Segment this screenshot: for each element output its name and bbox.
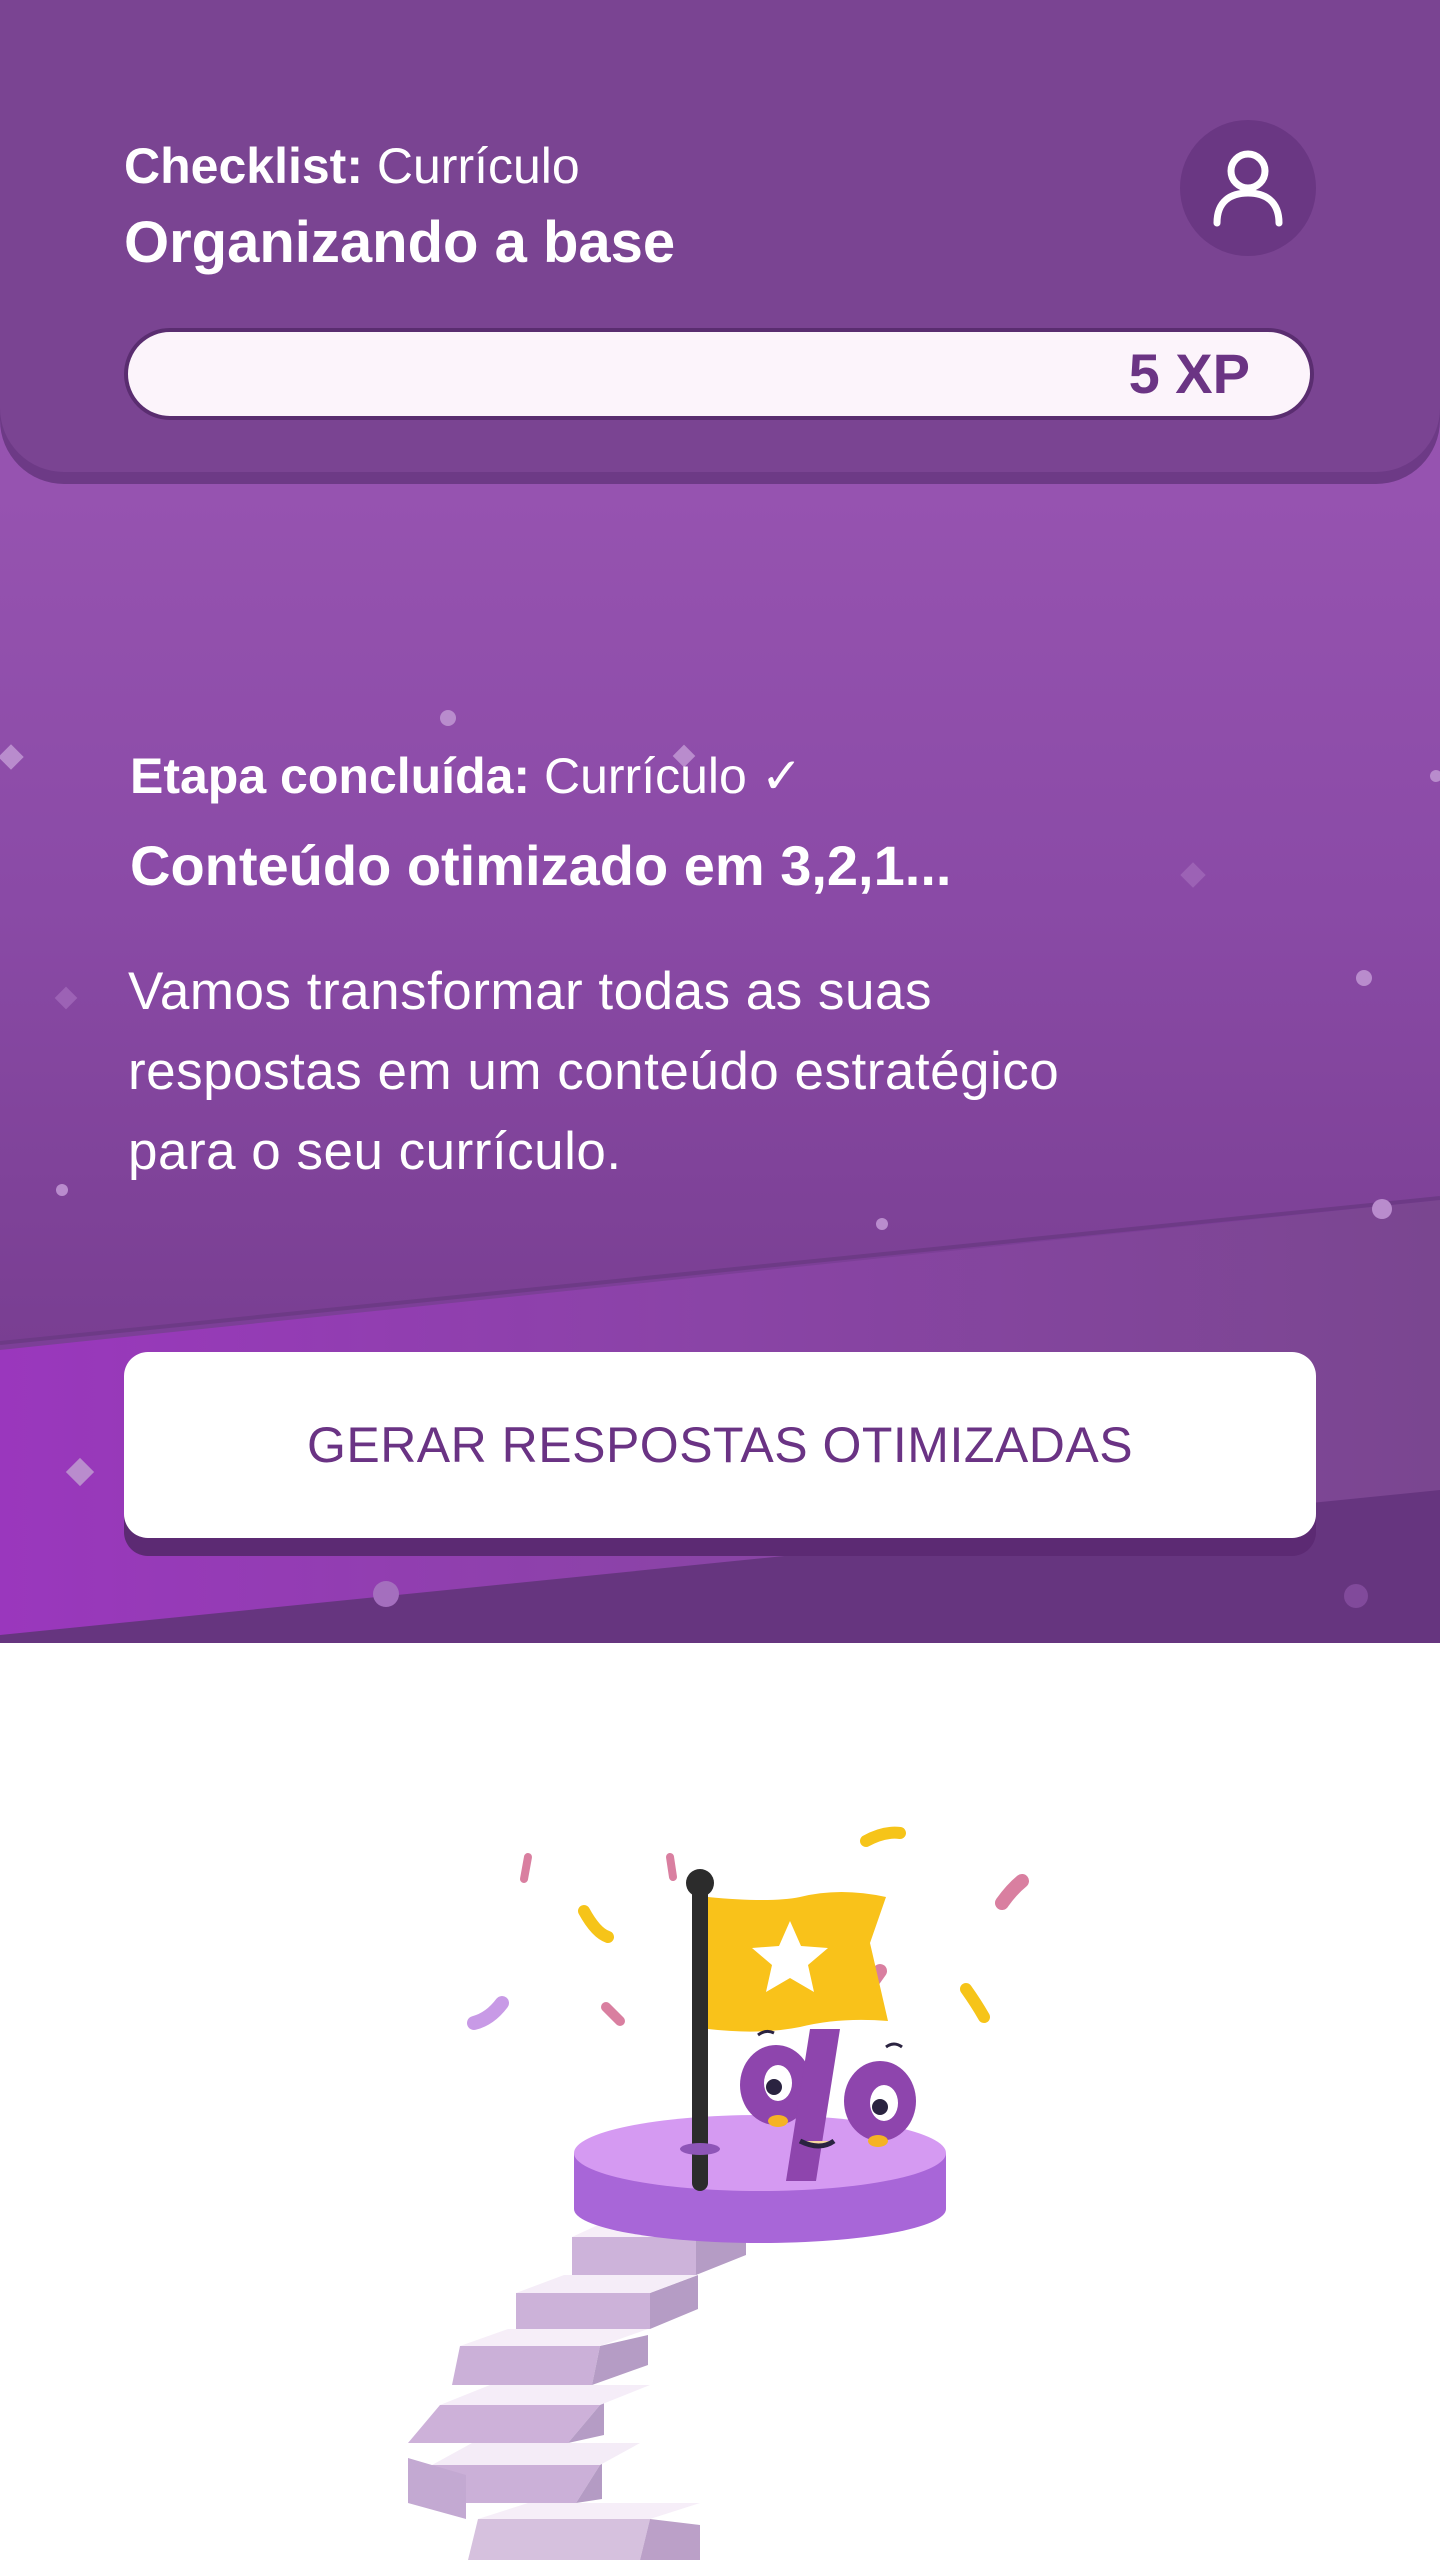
xp-label: 5 XP	[1128, 342, 1250, 405]
header-card: Checklist: Currículo Organizando a base …	[0, 0, 1440, 472]
hero-section: Checklist: Currículo Organizando a base …	[0, 0, 1440, 1643]
profile-button[interactable]	[1180, 120, 1316, 256]
xp-progress-bar: 5 XP	[124, 328, 1314, 420]
stage-description: Vamos transformar todas as suas resposta…	[128, 962, 1060, 1181]
podium-flag-illustration	[408, 1826, 1029, 2560]
stage-status: Etapa concluída: Currículo ✓	[130, 748, 803, 804]
staircase	[408, 2213, 746, 2560]
user-icon	[1213, 150, 1283, 227]
page-title: Organizando a base	[124, 210, 676, 275]
checklist-label: Checklist: Currículo	[124, 138, 580, 194]
generate-answers-button[interactable]: GERAR RESPOSTAS OTIMIZADAS	[124, 1352, 1316, 1538]
stage-title: Conteúdo otimizado em 3,2,1...	[130, 834, 952, 897]
